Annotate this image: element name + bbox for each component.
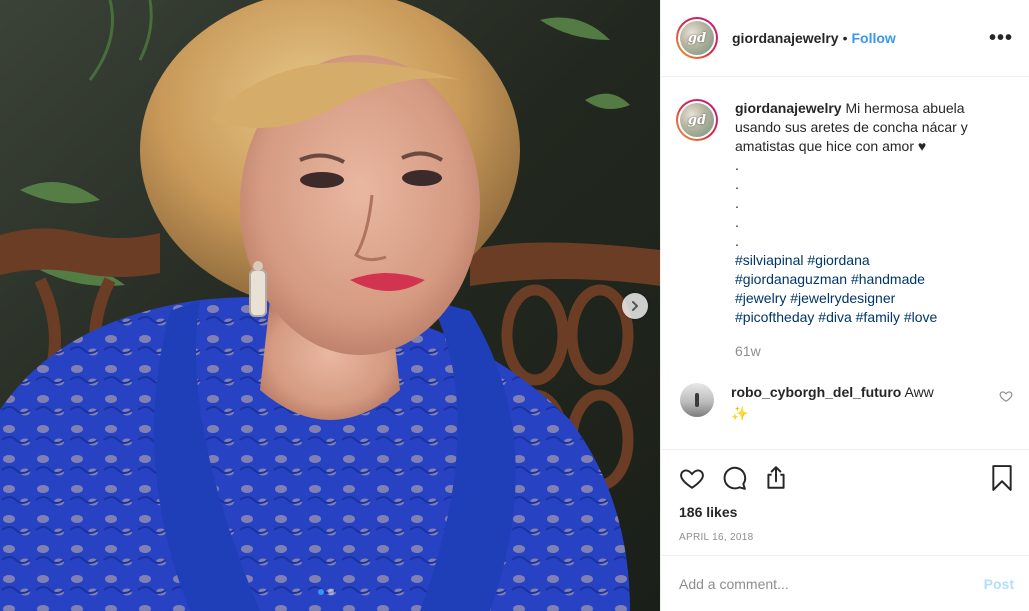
post-side-panel: gd giordanajewelry • Follow ••• gd giord…	[660, 0, 1029, 611]
photo-illustration	[0, 0, 660, 611]
carousel-dot	[328, 589, 334, 595]
caption-body: giordanajewelry Mi hermosa abuela usando…	[735, 99, 995, 361]
heart-icon[interactable]	[679, 465, 705, 491]
avatar-monogram: gd	[680, 103, 714, 137]
share-icon[interactable]	[763, 465, 789, 491]
hashtag-link[interactable]: #silviapinal #giordana	[735, 252, 870, 268]
caption-dot: .	[735, 157, 739, 173]
post-actions: 186 likes APRIL 16, 2018	[661, 449, 1029, 555]
sparkles-emoji: ✨	[731, 405, 749, 421]
comment-icon[interactable]	[721, 465, 747, 491]
caption-dot: .	[735, 233, 739, 249]
post-comment-button[interactable]: Post	[984, 576, 1014, 592]
caption-time-ago[interactable]: 61w	[735, 342, 995, 361]
comment-item: robo_cyborgh_del_futuro Aww ✨	[676, 383, 1013, 423]
author-username[interactable]: giordanajewelry	[732, 30, 839, 46]
comment-input[interactable]	[679, 575, 984, 592]
more-options-icon[interactable]: •••	[989, 28, 1013, 48]
add-comment-bar: Post	[661, 555, 1029, 611]
action-bar	[679, 462, 1014, 494]
carousel-indicator	[318, 589, 334, 595]
hashtag-link[interactable]: #jewelry #jewelrydesigner	[735, 290, 895, 306]
comment-body: robo_cyborgh_del_futuro Aww ✨	[731, 383, 971, 423]
caption-dot: .	[735, 176, 739, 192]
carousel-next-button[interactable]	[622, 293, 648, 319]
caption-dot: .	[735, 195, 739, 211]
follow-button[interactable]: Follow	[852, 30, 896, 46]
caption-dot: .	[735, 214, 739, 230]
avatar-monogram: gd	[680, 21, 714, 55]
comment-like-icon[interactable]	[999, 389, 1013, 408]
commenter-avatar[interactable]	[680, 383, 714, 417]
bookmark-icon[interactable]	[990, 465, 1014, 491]
separator-dot: •	[842, 30, 848, 46]
hashtag-link[interactable]: #giordanaguzman #handmade	[735, 271, 925, 287]
comment-text: Aww	[904, 384, 934, 400]
hashtag-link[interactable]: #picoftheday #diva #family #love	[735, 309, 937, 325]
comments-section: gd giordanajewelry Mi hermosa abuela usa…	[661, 77, 1029, 449]
carousel-dot-active	[318, 589, 324, 595]
post-header: gd giordanajewelry • Follow •••	[661, 0, 1029, 77]
post-date[interactable]: APRIL 16, 2018	[679, 532, 1014, 543]
author-avatar[interactable]: gd	[676, 17, 718, 59]
caption: gd giordanajewelry Mi hermosa abuela usa…	[676, 99, 1013, 361]
likes-count[interactable]: 186 likes	[679, 504, 1014, 520]
chevron-right-icon	[632, 301, 638, 311]
hashtags: #silviapinal #giordana #giordanaguzman #…	[735, 251, 995, 327]
post-photo[interactable]	[0, 0, 660, 611]
caption-username[interactable]: giordanajewelry	[735, 100, 842, 116]
commenter-username[interactable]: robo_cyborgh_del_futuro	[731, 384, 901, 400]
caption-avatar[interactable]: gd	[676, 99, 718, 141]
